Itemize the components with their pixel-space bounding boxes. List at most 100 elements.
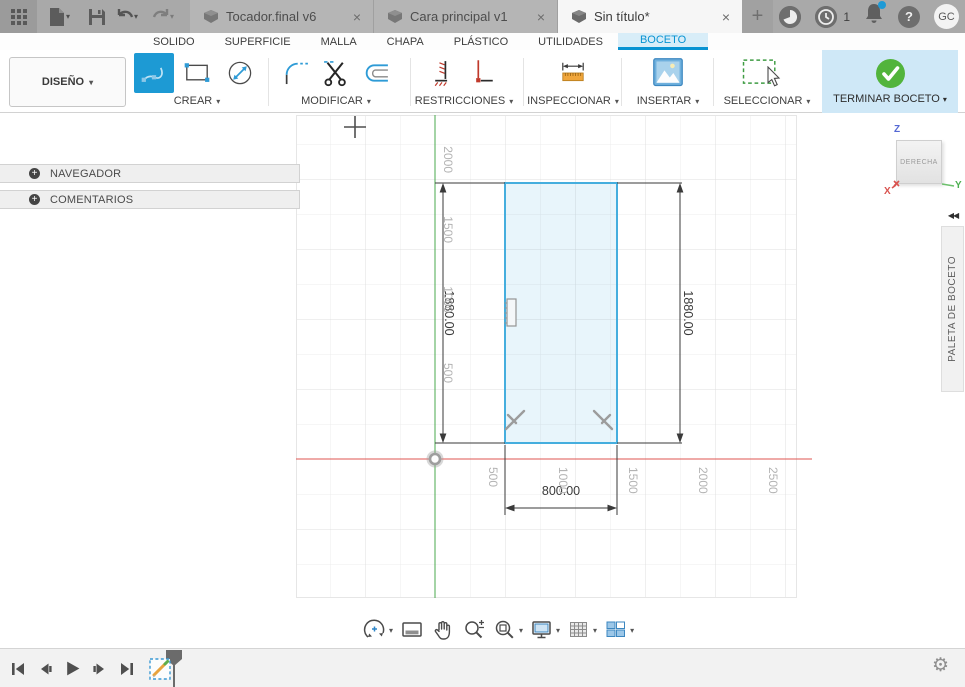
- sketch-feature-icon[interactable]: [150, 659, 170, 679]
- play-button[interactable]: [64, 660, 81, 677]
- clock-icon: [815, 6, 837, 28]
- tab-boceto[interactable]: BOCETO: [618, 33, 708, 50]
- orbit-icon: [363, 618, 387, 642]
- insert-caret: ▾: [695, 97, 699, 106]
- document-tab-2[interactable]: Cara principal v1 ×: [374, 0, 558, 33]
- gear-icon[interactable]: ⚙: [932, 656, 949, 675]
- expand-plus-icon[interactable]: +: [29, 194, 40, 205]
- fix-constraint-button[interactable]: [462, 53, 498, 93]
- document-tab-label: Tocador.final v6: [226, 9, 351, 24]
- orbit-button[interactable]: ▾: [363, 618, 393, 642]
- display-settings-button[interactable]: ▾: [530, 618, 560, 642]
- insert-image-button[interactable]: [648, 55, 688, 91]
- fillet-tool-button[interactable]: [276, 53, 316, 93]
- measure-tool-button[interactable]: [553, 53, 593, 93]
- display-caret[interactable]: ▾: [556, 626, 560, 635]
- canvas-area[interactable]: 1880.00 1880.00 800.00 2000 1500 1000 50…: [0, 113, 965, 648]
- tab-plastico[interactable]: PLÁSTICO: [439, 33, 523, 50]
- select-group-label[interactable]: SELECCIONAR▾: [707, 95, 827, 107]
- sketch-rectangle[interactable]: [505, 183, 617, 443]
- x-axis-label: 1500: [626, 467, 640, 494]
- document-tab-label: Sin título*: [594, 9, 720, 24]
- x-axis-label: 2000: [696, 467, 710, 494]
- job-status[interactable]: 1: [815, 6, 850, 28]
- offset-tool-button[interactable]: [356, 53, 396, 93]
- design-caret: ▾: [89, 78, 93, 87]
- app-grid-icon: [11, 9, 27, 25]
- circle-tool-button[interactable]: [220, 53, 260, 93]
- rectangle-tool-button[interactable]: [177, 53, 217, 93]
- zoom-icon: [462, 618, 486, 642]
- document-tab-active[interactable]: Sin título* ×: [558, 0, 742, 33]
- navigator-panel-header[interactable]: + NAVEGADOR: [0, 164, 300, 183]
- tab-solido[interactable]: SOLIDO: [138, 33, 210, 50]
- new-document-button[interactable]: +: [742, 0, 773, 33]
- step-back-button[interactable]: [37, 661, 53, 677]
- constraints-group-label[interactable]: RESTRICCIONES▾: [404, 95, 524, 107]
- tab-chapa[interactable]: CHAPA: [372, 33, 439, 50]
- ribbon-tab-row: SOLIDO SUPERFICIE MALLA CHAPA PLÁSTICO U…: [0, 33, 965, 50]
- viewports-icon: [604, 618, 628, 642]
- grid-settings-button[interactable]: ▾: [567, 618, 597, 642]
- file-menu-caret[interactable]: ▾: [66, 12, 70, 21]
- skip-to-start-button[interactable]: [10, 661, 26, 677]
- look-at-button[interactable]: [400, 618, 424, 642]
- comments-panel-header[interactable]: + COMENTARIOS: [0, 190, 300, 209]
- question-icon: ?: [905, 9, 913, 24]
- app-launcher-button[interactable]: [0, 0, 37, 33]
- finish-sketch-button[interactable]: TERMINAR BOCETO▾: [822, 50, 958, 113]
- timeline-track: [146, 649, 190, 687]
- zoom-fit-icon: [493, 618, 517, 642]
- fix-constraint-icon: [464, 56, 496, 90]
- step-forward-button[interactable]: [92, 661, 108, 677]
- vertical-constraint-icon: [426, 56, 458, 90]
- skip-to-end-button[interactable]: [119, 661, 135, 677]
- tab-malla[interactable]: MALLA: [306, 33, 372, 50]
- view-cube[interactable]: Z DERECHA Y X: [884, 124, 965, 200]
- grid-icon: [567, 618, 591, 642]
- sketch-palette-strip[interactable]: PALETA DE BOCETO: [941, 226, 964, 392]
- line-tool-button[interactable]: [134, 53, 174, 93]
- grid-caret[interactable]: ▾: [593, 626, 597, 635]
- create-group-label[interactable]: CREAR▾: [134, 95, 260, 107]
- modify-group-label[interactable]: MODIFICAR▾: [276, 95, 396, 107]
- close-icon[interactable]: ×: [351, 9, 363, 25]
- notification-dot: [878, 1, 886, 9]
- comments-label: COMENTARIOS: [50, 194, 133, 206]
- viewports-button[interactable]: ▾: [604, 618, 634, 642]
- save-button[interactable]: [84, 4, 110, 30]
- sketch-canvas[interactable]: 1880.00 1880.00 800.00 2000 1500 1000 50…: [296, 113, 816, 600]
- trim-tool-button[interactable]: [316, 53, 356, 93]
- display-settings-icon: [530, 618, 554, 642]
- pan-hand-icon: [431, 618, 455, 642]
- viewports-caret[interactable]: ▾: [630, 626, 634, 635]
- scissors-icon: [319, 56, 353, 90]
- sketch-palette-label: PALETA DE BOCETO: [947, 256, 958, 362]
- tab-utilidades[interactable]: UTILIDADES: [523, 33, 618, 50]
- zoom-button[interactable]: [462, 618, 486, 642]
- fit-button[interactable]: ▾: [493, 618, 523, 642]
- close-icon[interactable]: ×: [720, 9, 732, 25]
- notifications-button[interactable]: [864, 3, 884, 30]
- vertical-constraint-button[interactable]: [424, 53, 460, 93]
- pan-button[interactable]: [431, 618, 455, 642]
- palette-collapse-button[interactable]: ◀◀: [941, 206, 965, 224]
- fit-caret[interactable]: ▾: [519, 626, 523, 635]
- close-icon[interactable]: ×: [535, 9, 547, 25]
- offset-tool-icon: [359, 56, 393, 90]
- navigation-toolbar: ▾ ▾: [363, 616, 634, 644]
- undo-caret[interactable]: ▾: [134, 12, 138, 21]
- origin-point[interactable]: [427, 451, 444, 468]
- avatar[interactable]: GC: [934, 4, 959, 29]
- extensions-icon[interactable]: [779, 6, 801, 28]
- dimension-height-right[interactable]: 1880.00: [681, 290, 695, 335]
- design-workspace-button[interactable]: DISEÑO ▾: [9, 57, 126, 107]
- help-button[interactable]: ?: [898, 6, 920, 28]
- expand-plus-icon[interactable]: +: [29, 168, 40, 179]
- finish-caret: ▾: [943, 95, 947, 104]
- orbit-caret[interactable]: ▾: [389, 626, 393, 635]
- tab-superficie[interactable]: SUPERFICIE: [210, 33, 306, 50]
- select-caret: ▾: [806, 97, 810, 106]
- redo-caret[interactable]: ▾: [170, 12, 174, 21]
- document-tab-1[interactable]: Tocador.final v6 ×: [190, 0, 374, 33]
